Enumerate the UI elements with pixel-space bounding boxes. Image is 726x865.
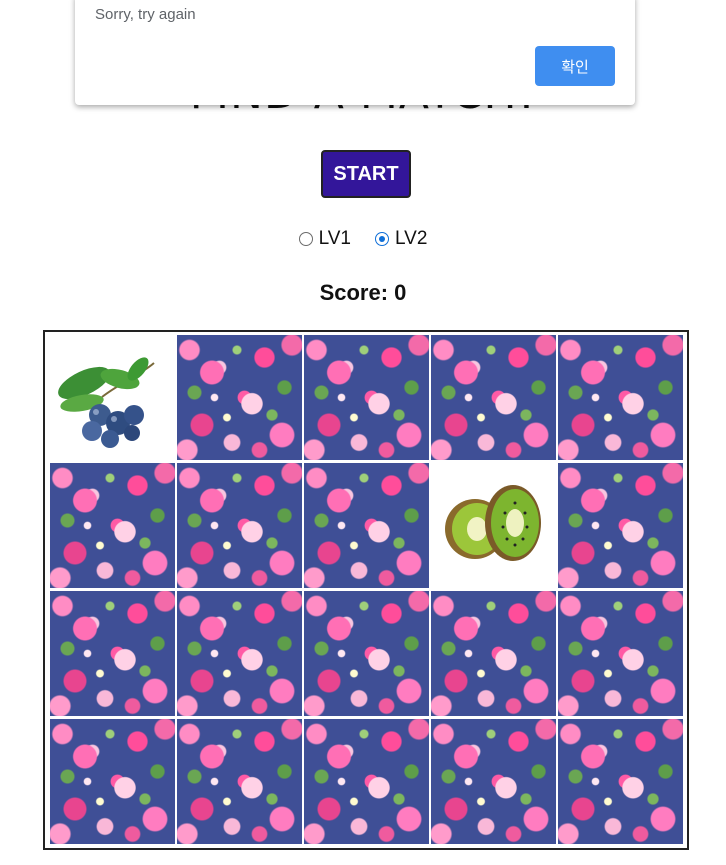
card-back[interactable] bbox=[177, 335, 302, 460]
alert-ok-button[interactable]: 확인 bbox=[535, 46, 615, 86]
card-back[interactable] bbox=[304, 463, 429, 588]
card-blueberries[interactable] bbox=[50, 335, 175, 460]
level2-radio[interactable] bbox=[375, 232, 389, 246]
level1-radio[interactable] bbox=[298, 232, 313, 246]
level-selector: LV1 LV2 bbox=[0, 228, 726, 250]
start-button[interactable]: START bbox=[321, 150, 411, 198]
level2-label: LV2 bbox=[395, 228, 428, 249]
card-back[interactable] bbox=[177, 719, 302, 844]
level1-label: LV1 bbox=[318, 228, 351, 249]
card-back[interactable] bbox=[558, 719, 683, 844]
kiwi-image bbox=[445, 485, 541, 561]
card-back[interactable] bbox=[558, 591, 683, 716]
card-back[interactable] bbox=[431, 335, 556, 460]
alert-dialog: Sorry, try again 확인 bbox=[75, 0, 635, 105]
score-display: Score: 0 bbox=[319, 280, 407, 305]
card-back[interactable] bbox=[50, 463, 175, 588]
card-back[interactable] bbox=[304, 719, 429, 844]
card-back[interactable] bbox=[304, 335, 429, 460]
card-back[interactable] bbox=[558, 335, 683, 460]
card-kiwi[interactable] bbox=[431, 463, 556, 588]
card-back[interactable] bbox=[304, 591, 429, 716]
card-board bbox=[43, 330, 689, 850]
card-back[interactable] bbox=[431, 719, 556, 844]
alert-message: Sorry, try again bbox=[95, 6, 196, 23]
card-back[interactable] bbox=[558, 463, 683, 588]
card-back[interactable] bbox=[177, 463, 302, 588]
card-back[interactable] bbox=[177, 591, 302, 716]
blueberries-image bbox=[58, 357, 155, 448]
card-back[interactable] bbox=[50, 591, 175, 716]
card-back[interactable] bbox=[50, 719, 175, 844]
card-back[interactable] bbox=[431, 591, 556, 716]
